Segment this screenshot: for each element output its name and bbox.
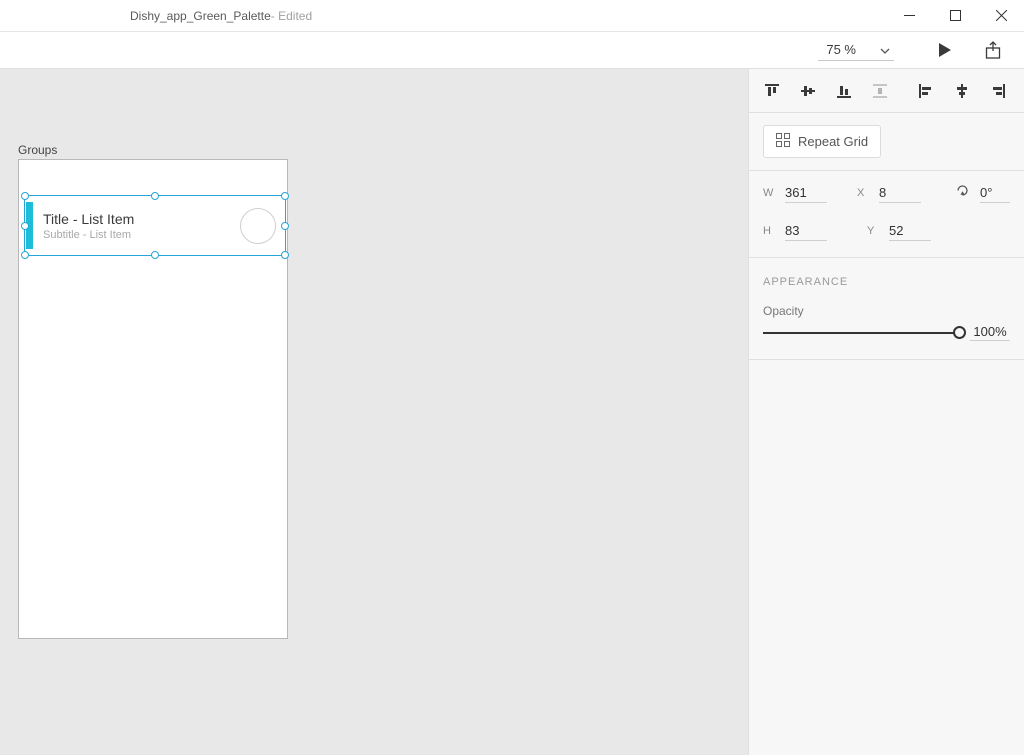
height-label: H xyxy=(763,225,777,237)
document-title: Dishy_app_Green_Palette xyxy=(130,9,271,23)
align-hcenter-icon[interactable] xyxy=(953,82,971,100)
width-input[interactable] xyxy=(785,183,827,203)
x-input[interactable] xyxy=(879,183,921,203)
align-vcenter-icon[interactable] xyxy=(799,82,817,100)
main-area: Groups Title - List Item Subtitle - List… xyxy=(0,69,1024,755)
properties-panel: Repeat Grid W X xyxy=(748,69,1024,755)
list-item-subtitle: Subtitle - List Item xyxy=(43,229,240,241)
repeat-grid-button[interactable]: Repeat Grid xyxy=(763,125,881,158)
appearance-section: APPEARANCE Opacity 100% xyxy=(749,258,1024,360)
list-item-accent xyxy=(26,202,33,249)
height-input[interactable] xyxy=(785,221,827,241)
artboard-label[interactable]: Groups xyxy=(18,143,57,157)
chevron-down-icon xyxy=(880,42,890,57)
repeat-grid-label: Repeat Grid xyxy=(798,134,868,149)
play-icon xyxy=(938,42,952,58)
align-top-icon[interactable] xyxy=(763,82,781,100)
width-label: W xyxy=(763,187,777,199)
opacity-slider-thumb[interactable] xyxy=(953,326,966,339)
titlebar: Dishy_app_Green_Palette - Edited xyxy=(0,0,1024,31)
list-item-avatar-circle xyxy=(240,208,276,244)
share-icon xyxy=(985,41,1001,59)
grid-icon xyxy=(776,133,790,150)
zoom-value: 75 % xyxy=(826,42,856,57)
zoom-dropdown[interactable]: 75 % xyxy=(818,39,894,61)
opacity-label: Opacity xyxy=(763,304,1010,318)
alignment-row xyxy=(749,69,1024,113)
y-label: Y xyxy=(867,225,881,237)
opacity-slider[interactable] xyxy=(763,332,960,334)
y-input[interactable] xyxy=(889,221,931,241)
x-label: X xyxy=(857,187,871,199)
repeat-grid-row: Repeat Grid xyxy=(749,113,1024,171)
window-controls xyxy=(886,0,1024,31)
document-edited-suffix: - Edited xyxy=(271,9,312,23)
appearance-heading: APPEARANCE xyxy=(763,276,1010,288)
list-item-texts: Title - List Item Subtitle - List Item xyxy=(43,211,240,241)
align-bottom-icon[interactable] xyxy=(835,82,853,100)
close-button[interactable] xyxy=(978,0,1024,31)
share-button[interactable] xyxy=(980,37,1006,63)
maximize-button[interactable] xyxy=(932,0,978,31)
rotate-icon[interactable] xyxy=(955,183,970,203)
align-left-icon[interactable] xyxy=(917,82,935,100)
rotation-input[interactable] xyxy=(980,183,1010,203)
list-item-group[interactable]: Title - List Item Subtitle - List Item xyxy=(24,195,286,256)
align-right-icon[interactable] xyxy=(989,82,1007,100)
play-button[interactable] xyxy=(932,37,958,63)
canvas[interactable]: Groups Title - List Item Subtitle - List… xyxy=(0,69,748,755)
list-item-title: Title - List Item xyxy=(43,211,240,227)
distribute-vertical-icon xyxy=(871,82,889,100)
toolbar: 75 % xyxy=(0,31,1024,69)
opacity-value[interactable]: 100% xyxy=(970,324,1010,341)
transform-section: W X H xyxy=(749,171,1024,258)
minimize-button[interactable] xyxy=(886,0,932,31)
